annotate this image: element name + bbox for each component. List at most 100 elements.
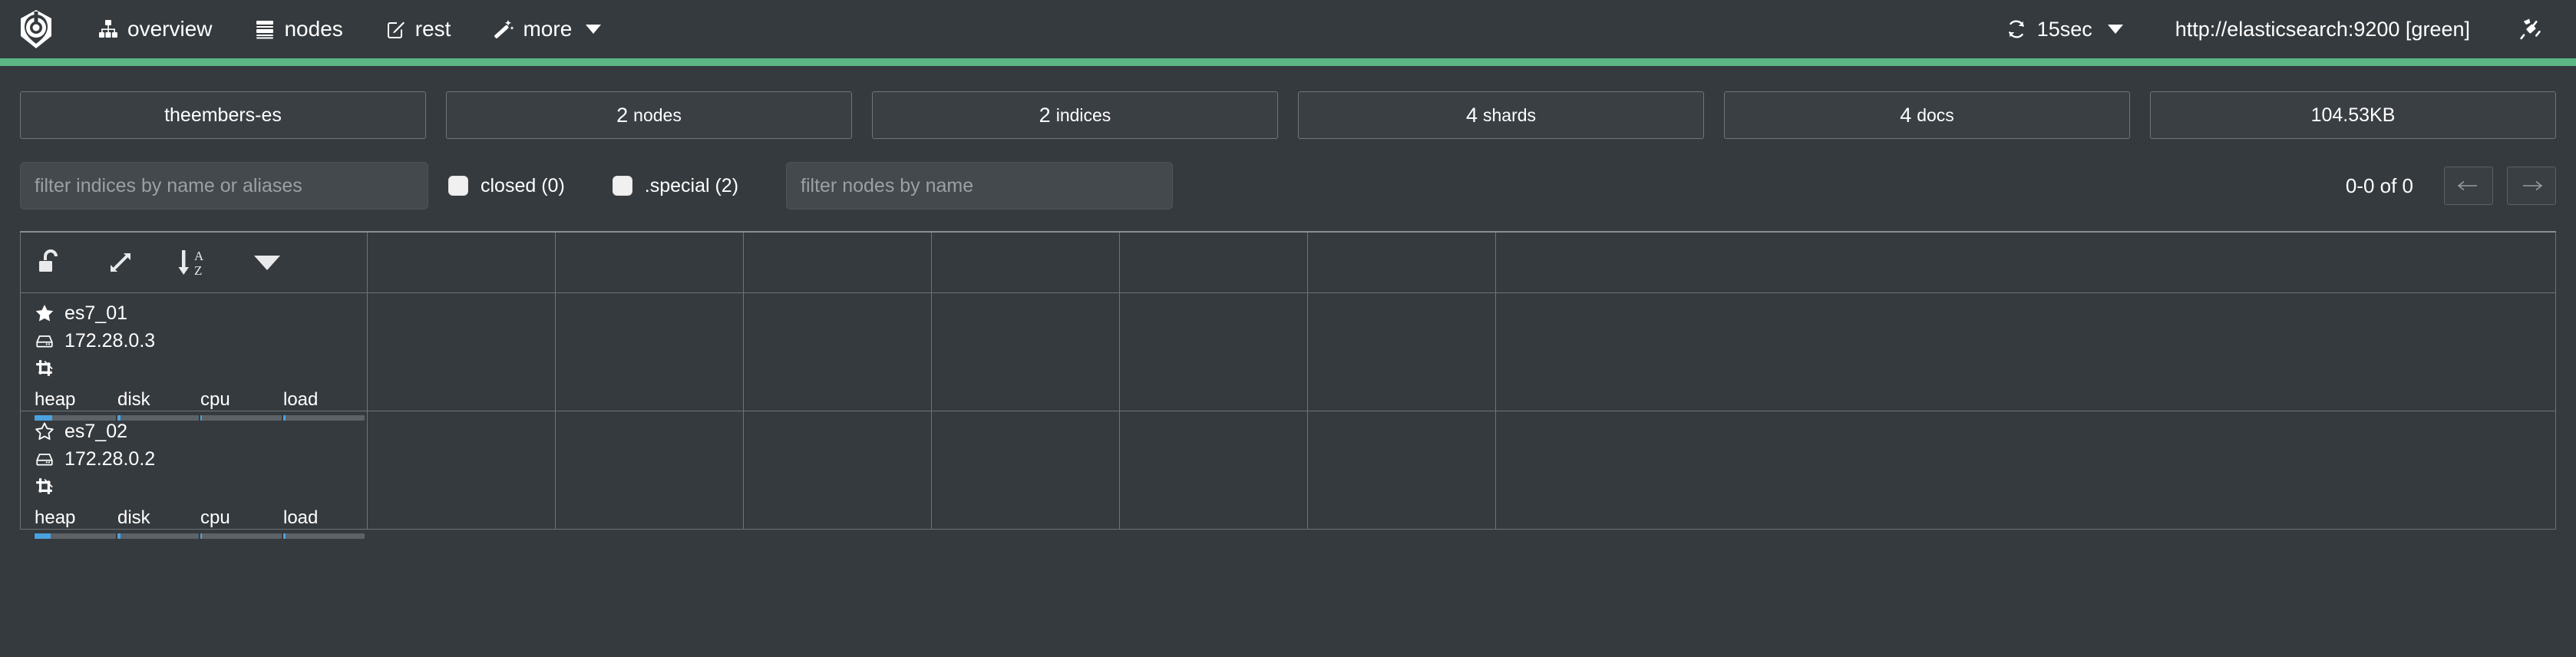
- node-meters: heap disk cpu load: [35, 388, 365, 421]
- stat-value: 4: [1900, 103, 1912, 127]
- node-name: es7_01: [64, 302, 128, 324]
- meter-load: load: [283, 388, 365, 421]
- pagination-next-button[interactable]: [2507, 167, 2556, 205]
- chevron-down-icon[interactable]: [254, 255, 280, 270]
- meter-fill: [117, 533, 121, 539]
- meter-label: heap: [35, 507, 76, 528]
- nav-label-nodes: nodes: [284, 17, 343, 41]
- node-cell[interactable]: es7_02 172.28.0.2 heap disk cpu load: [21, 411, 368, 539]
- grid-cell: [1496, 293, 2555, 411]
- grid: A Z es7_01 172.28.0.3 heap disk cpu load…: [20, 231, 2556, 539]
- stat-shards: 4 shards: [1298, 91, 1704, 139]
- grid-cell: [932, 293, 1120, 411]
- grid-header-cell: [556, 233, 744, 292]
- checkbox-special-label: .special (2): [644, 174, 739, 196]
- meter-label: disk: [117, 507, 150, 528]
- meter-cpu: cpu: [200, 388, 282, 421]
- meter-track: [117, 415, 199, 421]
- svg-text:A: A: [194, 249, 204, 263]
- node-name: es7_02: [64, 420, 128, 442]
- data-node-icon: [35, 358, 54, 378]
- checkbox-closed-box[interactable]: [448, 176, 468, 196]
- plug-icon[interactable]: [2496, 18, 2550, 41]
- meter-track: [200, 415, 282, 421]
- grid-cell: [368, 411, 556, 529]
- meter-label: cpu: [200, 507, 230, 528]
- grid-header-toolbar-cell: A Z: [21, 233, 368, 292]
- pagination-range-label: 0-0 of 0: [2345, 173, 2413, 197]
- data-node-icon: [35, 477, 54, 497]
- server-icon: [35, 449, 54, 469]
- meter-track: [117, 533, 199, 539]
- stat-unit: indices: [1055, 104, 1111, 125]
- cluster-url-label[interactable]: http://elasticsearch:9200 [green]: [2149, 18, 2496, 41]
- meter-fill: [283, 415, 286, 421]
- grid-header-row: A Z: [21, 233, 2555, 292]
- grid-cell: [556, 293, 744, 411]
- filter-indices-input[interactable]: [20, 162, 428, 210]
- meter-label: disk: [117, 389, 150, 410]
- node-meters: heap disk cpu load: [35, 507, 365, 539]
- filter-nodes-input[interactable]: [786, 162, 1174, 210]
- node-cell[interactable]: es7_01 172.28.0.3 heap disk cpu load: [21, 293, 368, 421]
- node-name-line: es7_02: [35, 418, 353, 445]
- edit-square-icon: [386, 19, 406, 39]
- stat-nodes: 2 nodes: [446, 91, 852, 139]
- checkbox-closed[interactable]: closed (0): [448, 175, 565, 197]
- unlock-icon[interactable]: [35, 247, 105, 278]
- stat-indices: 2 indices: [872, 91, 1278, 139]
- cluster-stats-row: theembers-es 2 nodes 2 indices 4 shards …: [20, 91, 2556, 139]
- nav-item-rest[interactable]: rest: [365, 0, 473, 58]
- meter-track: [200, 533, 282, 539]
- meter-fill: [200, 533, 203, 539]
- pagination-prev-button[interactable]: [2444, 167, 2493, 205]
- meter-label: load: [283, 507, 319, 528]
- grid-cell: [368, 293, 556, 411]
- checkbox-special-box[interactable]: [612, 176, 632, 196]
- nav-item-nodes[interactable]: nodes: [233, 0, 364, 58]
- magic-wand-icon: [494, 19, 514, 39]
- grid-header-cell: [1496, 233, 2555, 292]
- grid-cell: [744, 411, 932, 529]
- refresh-interval-label: 15sec: [2036, 17, 2092, 41]
- stat-value: 104.53KB: [2310, 104, 2396, 126]
- stat-docs: 4 docs: [1724, 91, 2130, 139]
- stat-unit: docs: [1917, 104, 1954, 125]
- arrow-left-icon: [2455, 179, 2482, 193]
- grid-header-cell: [368, 233, 556, 292]
- meter-track: [283, 415, 365, 421]
- node-ip: 172.28.0.3: [64, 329, 156, 352]
- refresh-interval-selector[interactable]: 15sec: [1980, 18, 2149, 41]
- nodes-filter-cell: [786, 162, 1193, 210]
- meter-cpu: cpu: [200, 507, 282, 539]
- nav-label-rest: rest: [414, 17, 451, 41]
- star-filled-icon[interactable]: [35, 303, 54, 323]
- checkbox-closed-label: closed (0): [481, 174, 565, 196]
- grid-header-cell: [1308, 233, 1496, 292]
- table-row: es7_02 172.28.0.2 heap disk cpu load: [21, 411, 2555, 539]
- checkbox-special[interactable]: .special (2): [612, 174, 739, 197]
- chevron-down-icon: [2107, 25, 2123, 34]
- stat-value: 2: [616, 103, 629, 127]
- sort-alpha-asc-icon[interactable]: A Z: [176, 246, 246, 279]
- nav-item-overview[interactable]: overview: [77, 0, 233, 58]
- meter-heap: heap: [35, 507, 116, 539]
- nav-item-more[interactable]: more: [472, 0, 623, 58]
- page-content: theembers-es 2 nodes 2 indices 4 shards …: [0, 91, 2576, 539]
- grid-cell: [1308, 411, 1496, 529]
- cerebro-logo-icon[interactable]: [18, 10, 54, 48]
- meter-fill: [117, 415, 121, 421]
- meter-disk: disk: [117, 507, 199, 539]
- stat-value: theembers-es: [164, 104, 282, 126]
- node-ip: 172.28.0.2: [64, 447, 156, 470]
- star-outline-icon[interactable]: [35, 421, 54, 441]
- stat-unit: nodes: [633, 104, 682, 125]
- expand-arrows-icon[interactable]: [105, 247, 176, 278]
- nav-label-overview: overview: [127, 17, 213, 41]
- stat-value: 4: [1465, 103, 1478, 127]
- indices-filter-cell: [20, 162, 448, 210]
- meter-fill: [35, 415, 53, 421]
- filters-row: closed (0) .special (2) 0-0 of 0: [20, 162, 2556, 210]
- grid-cell: [1120, 293, 1308, 411]
- chevron-down-icon: [586, 25, 602, 34]
